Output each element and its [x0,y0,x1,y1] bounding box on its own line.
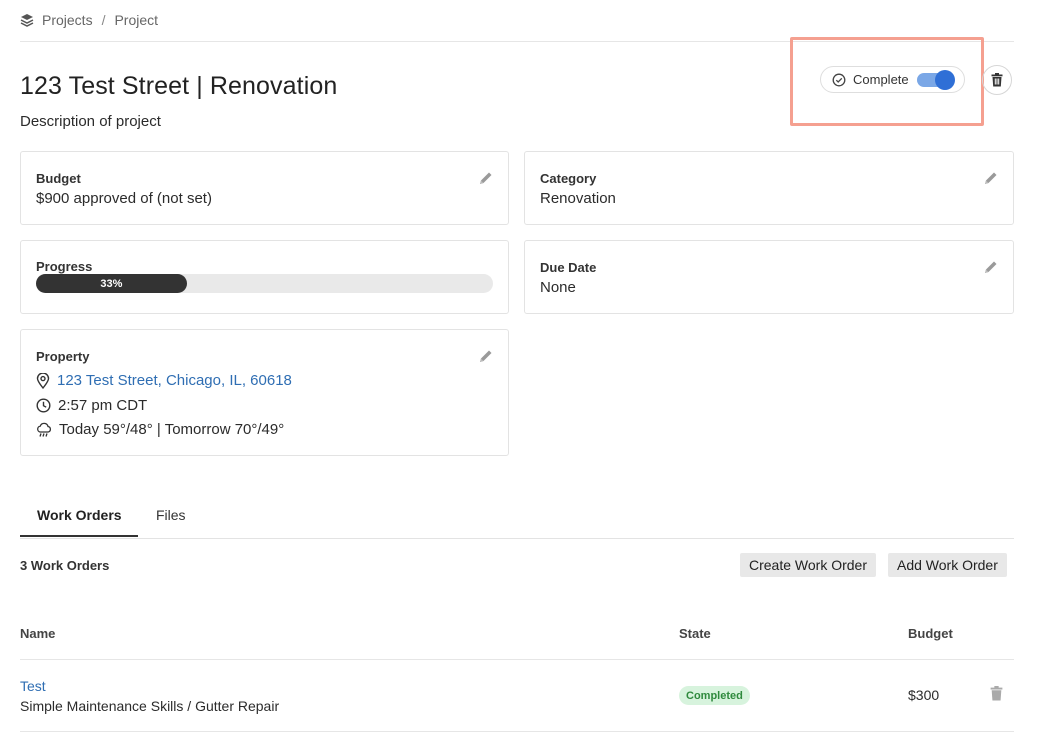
column-header-budget[interactable]: Budget [908,626,953,641]
edit-property-pencil-icon[interactable] [478,348,494,364]
budget-value: $900 approved of (not set) [36,190,212,207]
trash-icon [991,73,1003,87]
toggle-knob [935,70,955,90]
progress-bar: 33% [36,274,493,293]
due-date-card: Due Date None [524,240,1014,314]
table-row-divider [20,731,1014,732]
column-header-name[interactable]: Name [20,626,55,641]
breadcrumb: Projects / Project [20,12,158,28]
progress-fill: 33% [36,274,187,293]
delete-project-button[interactable] [982,65,1012,95]
category-value: Renovation [540,190,616,207]
layers-icon [20,14,34,27]
active-tab-indicator [20,535,138,537]
category-card: Category Renovation [524,151,1014,225]
complete-toggle-pill[interactable]: Complete [820,66,965,93]
property-local-time: 2:57 pm CDT [58,397,148,414]
complete-toggle-switch[interactable] [917,70,955,90]
page-title: 123 Test Street | Renovation [20,72,338,100]
property-address-link[interactable]: 123 Test Street, Chicago, IL, 60618 [57,372,292,389]
work-order-budget: $300 [908,687,940,703]
table-header-divider [20,659,1014,660]
progress-card: Progress 33% [20,240,509,314]
edit-category-pencil-icon[interactable] [983,170,999,186]
tab-bar: Work Orders Files [20,498,1014,539]
breadcrumb-separator: / [101,12,106,28]
project-description: Description of project [20,113,161,130]
property-card: Property 123 Test Street, Chicago, IL, 6… [20,329,509,456]
map-pin-icon [36,372,50,389]
create-work-order-button[interactable]: Create Work Order [740,553,876,577]
work-order-name-link[interactable]: Test [20,678,46,694]
property-time-line: 2:57 pm CDT [36,397,147,414]
budget-card: Budget $900 approved of (not set) [20,151,509,225]
clock-icon [36,398,51,413]
delete-work-order-trash-icon[interactable] [990,686,1003,701]
work-order-subtitle: Simple Maintenance Skills / Gutter Repai… [20,698,280,714]
property-address-line: 123 Test Street, Chicago, IL, 60618 [36,372,292,389]
cloud-rain-icon [37,422,52,437]
work-order-count: 3 Work Orders [20,558,110,573]
tab-work-orders[interactable]: Work Orders [37,507,122,523]
category-title: Category [540,171,597,186]
property-weather: Today 59°/48° | Tomorrow 70°/49° [59,421,285,438]
edit-budget-pencil-icon[interactable] [478,170,494,186]
tab-files[interactable]: Files [156,507,186,523]
breadcrumb-current: Project [114,12,159,28]
edit-due-date-pencil-icon[interactable] [983,259,999,275]
add-work-order-button[interactable]: Add Work Order [888,553,1007,577]
check-circle-icon [832,73,846,86]
complete-label: Complete [853,72,909,87]
progress-title: Progress [36,259,93,274]
status-badge: Completed [679,686,750,705]
due-date-value: None [540,279,576,296]
property-weather-line: Today 59°/48° | Tomorrow 70°/49° [36,421,284,438]
budget-title: Budget [36,171,81,186]
column-header-state[interactable]: State [679,626,711,641]
breadcrumb-projects-link[interactable]: Projects [42,12,93,28]
property-title: Property [36,349,90,364]
due-date-title: Due Date [540,260,597,275]
